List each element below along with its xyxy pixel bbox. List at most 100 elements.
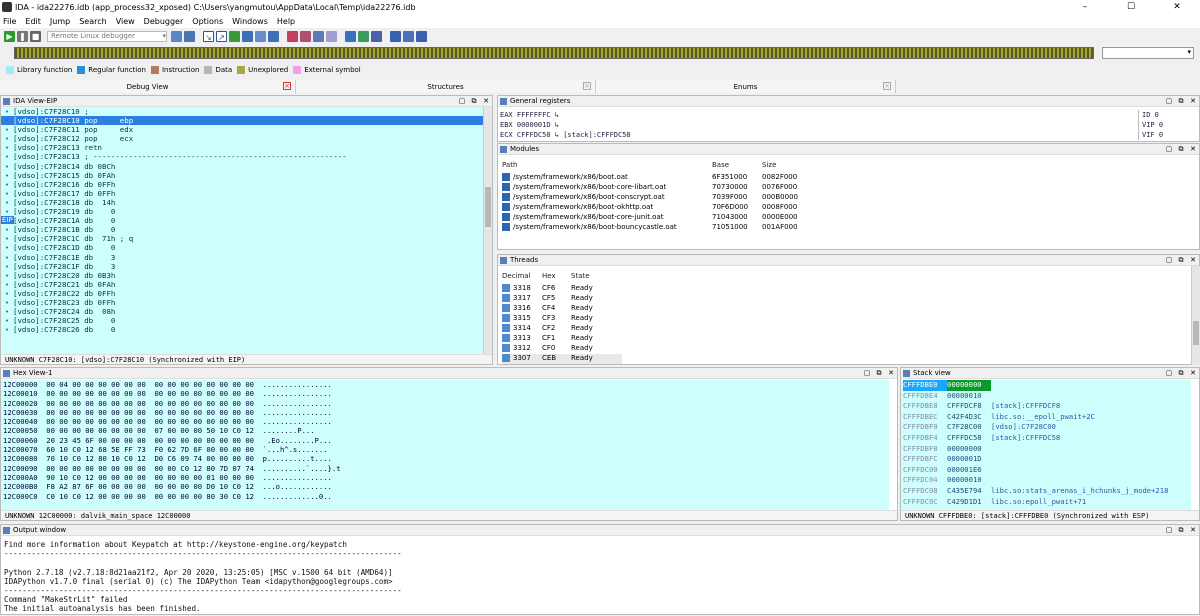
register-ecx[interactable]: ECX CFFFDC58 ↳ [stack]:CFFFDC58 (500, 130, 631, 140)
hex-line[interactable]: 12C000B0 F8 A2 87 6F 00 00 00 00 00 00 0… (3, 482, 889, 491)
module-row[interactable]: /system/framework/x86/boot-okhttp.oat 70F… (502, 203, 1192, 213)
disassembly-line[interactable]: • [vdso]:C7F28C12 pop ecx (1, 134, 485, 143)
disassembly-line[interactable]: • [vdso]:C7F28C13 ; ---------------------… (1, 152, 485, 161)
stack-line[interactable]: CFFFDC0C C429D1D1 libc.so:epoll_pwait+71 (903, 497, 1191, 508)
thread-row[interactable]: 3317 CF5 Ready (502, 294, 622, 304)
hex-line[interactable]: 12C00040 00 00 00 00 00 00 00 00 00 00 0… (3, 417, 889, 426)
hex-line[interactable]: 12C00030 00 00 00 00 00 00 00 00 00 00 0… (3, 408, 889, 417)
stack-line[interactable]: CFFFDBE4 00000010 (903, 391, 1191, 402)
menu-help[interactable]: Help (277, 17, 295, 26)
scroll-thumb[interactable] (485, 187, 491, 227)
thread-row[interactable]: 3316 CF4 Ready (502, 304, 622, 314)
tracing-options-icon[interactable] (313, 31, 324, 42)
navigation-band[interactable] (14, 47, 1094, 59)
minimize-button[interactable]: – (1062, 2, 1108, 12)
step-over-icon[interactable] (184, 31, 195, 42)
menu-edit[interactable]: Edit (25, 17, 41, 26)
close-icon[interactable]: ✕ (1187, 145, 1199, 153)
disassembly-line[interactable]: • [vdso]:C7F28C21 db 0FAh (1, 280, 485, 289)
column-header-path[interactable]: Path (502, 161, 517, 169)
thread-row[interactable]: 3315 CF3 Ready (502, 314, 622, 324)
flag-id[interactable]: ID 0 (1142, 110, 1178, 120)
float-icon[interactable]: ⧉ (1175, 145, 1187, 154)
hex-view-icon[interactable] (345, 31, 356, 42)
disassembly-line[interactable]: • [vdso]:C7F28C13 retn (1, 143, 485, 152)
menu-search[interactable]: Search (79, 17, 106, 26)
float-icon[interactable]: ⧉ (1175, 369, 1187, 378)
disassembly-line[interactable]: • [vdso]:C7F28C23 db 0FFh (1, 298, 485, 307)
modules-list-icon[interactable] (255, 31, 266, 42)
flag-vip[interactable]: VIP 0 (1142, 120, 1178, 130)
stack-line[interactable]: CFFFDBF4 CFFFDC58 [stack]:CFFFDC58 (903, 433, 1191, 444)
stack-line[interactable]: CFFFDBF0 C7F28C00 [vdso]:C7F28C00 (903, 422, 1191, 433)
float-icon[interactable]: ⧉ (873, 369, 885, 378)
restore-icon[interactable]: ▢ (1163, 145, 1175, 153)
disassembly-line[interactable]: • [vdso]:C7F28C14 db 0BCh (1, 162, 485, 171)
disassembly-line[interactable]: • [vdso]:C7F28C25 db 0 (1, 316, 485, 325)
disassembly-line[interactable]: • [vdso]:C7F28C24 db 08h (1, 307, 485, 316)
function-trace-icon[interactable] (326, 31, 337, 42)
pseudocode-icon[interactable] (416, 31, 427, 42)
thread-row[interactable]: 3307 CEB Ready (502, 354, 622, 364)
close-icon[interactable]: ✕ (885, 369, 897, 377)
disassembly-line[interactable]: • [vdso]:C7F28C1E db 3 (1, 253, 485, 262)
hex-line[interactable]: 12C00000 00 04 00 00 00 00 00 00 00 00 0… (3, 380, 889, 389)
stack-listing[interactable]: CFFFDBE0 00000000 CFFFDBE4 00000010 CFFFDBE8… (901, 380, 1191, 510)
close-button[interactable]: ✕ (1154, 2, 1200, 12)
tab-enums[interactable]: Enums × (596, 80, 896, 93)
stack-line[interactable]: CFFFDC04 00000010 (903, 475, 1191, 486)
stack-line[interactable]: CFFFDBEC C42F4D3C libc.so:__epoll_pwait+2C (903, 412, 1191, 423)
column-header-size[interactable]: Size (762, 161, 776, 169)
float-icon[interactable]: ⧉ (1175, 97, 1187, 106)
menu-windows[interactable]: Windows (232, 17, 268, 26)
hex-line[interactable]: 12C00050 00 00 00 00 00 00 00 00 07 00 0… (3, 426, 889, 435)
hex-line[interactable]: 12C00020 00 00 00 00 00 00 00 00 00 00 0… (3, 399, 889, 408)
watch-view-icon[interactable] (287, 31, 298, 42)
disassembly-line[interactable]: • [vdso]:C7F28C1B db 0 (1, 225, 485, 234)
run-until-return-icon[interactable] (229, 31, 240, 42)
close-icon[interactable]: ✕ (1187, 256, 1199, 264)
hex-line[interactable]: 12C00080 70 10 C0 12 80 10 C0 12 D0 C6 0… (3, 454, 889, 463)
run-to-cursor-icon[interactable]: ↘ (203, 31, 214, 42)
restore-icon[interactable]: ▢ (456, 97, 468, 105)
stack-line[interactable]: CFFFDBE8 CFFFDCF8 [stack]:CFFFDCF8 (903, 401, 1191, 412)
disassembly-listing[interactable]: • [vdso]:C7F28C10 ; • [vdso]:C7F28C10 pop e… (1, 107, 485, 355)
thread-row[interactable]: 3314 CF2 Ready (502, 324, 622, 334)
module-row[interactable]: /system/framework/x86/boot-bouncycastle.… (502, 223, 1192, 233)
disassembly-line[interactable]: • [vdso]:C7F28C26 db 0 (1, 325, 485, 334)
enums-icon[interactable] (371, 31, 382, 42)
start-process-icon[interactable]: ▶ (4, 31, 15, 42)
register-eax[interactable]: EAX FFFFFFFC ↳ (500, 110, 631, 120)
navigation-band-select[interactable]: ▾ (1102, 47, 1194, 59)
hex-line[interactable]: 12C00090 00 00 00 00 00 00 00 00 00 00 C… (3, 464, 889, 473)
float-icon[interactable]: ⧉ (1175, 256, 1187, 265)
menu-debugger[interactable]: Debugger (144, 17, 184, 26)
breakpoint-list-icon[interactable] (242, 31, 253, 42)
hex-line[interactable]: 12C00060 20 23 45 6F 00 00 00 00 00 00 0… (3, 436, 889, 445)
debugger-select[interactable]: Remote Linux debugger ▾ (47, 31, 167, 42)
step-out-icon[interactable]: ↗ (216, 31, 227, 42)
hex-line[interactable]: 12C00010 00 00 00 00 00 00 00 00 00 00 0… (3, 389, 889, 398)
menu-options[interactable]: Options (192, 17, 223, 26)
ida-view-scrollbar[interactable] (483, 107, 492, 355)
proximity-view-icon[interactable] (403, 31, 414, 42)
disassembly-line[interactable]: • [vdso]:C7F28C11 pop edx (1, 125, 485, 134)
column-header-decimal[interactable]: Decimal (502, 272, 531, 280)
close-icon[interactable]: × (283, 82, 291, 90)
disassembly-line[interactable]: • [vdso]:C7F28C1F db 3 (1, 262, 485, 271)
disassembly-line[interactable]: • [vdso]:C7F28C16 db 0FFh (1, 180, 485, 189)
disassembly-line[interactable]: • [vdso]:C7F28C20 db 0B3h (1, 271, 485, 280)
module-row[interactable]: /system/framework/x86/boot-core-junit.oa… (502, 213, 1192, 223)
restore-icon[interactable]: ▢ (1163, 526, 1175, 534)
tab-debug-view[interactable]: Debug View × (0, 80, 296, 93)
close-icon[interactable]: ✕ (1187, 97, 1199, 105)
stack-line[interactable]: CFFFDBF8 00000000 (903, 444, 1191, 455)
thread-row[interactable]: 3312 CF0 Ready (502, 344, 622, 354)
close-icon[interactable]: × (883, 82, 891, 90)
close-icon[interactable]: ✕ (480, 97, 492, 105)
restore-icon[interactable]: ▢ (1163, 369, 1175, 377)
menu-jump[interactable]: Jump (50, 17, 70, 26)
restore-icon[interactable]: ▢ (1163, 97, 1175, 105)
menu-file[interactable]: File (3, 17, 16, 26)
disassembly-line[interactable]: • [vdso]:C7F28C18 db 14h (1, 198, 485, 207)
